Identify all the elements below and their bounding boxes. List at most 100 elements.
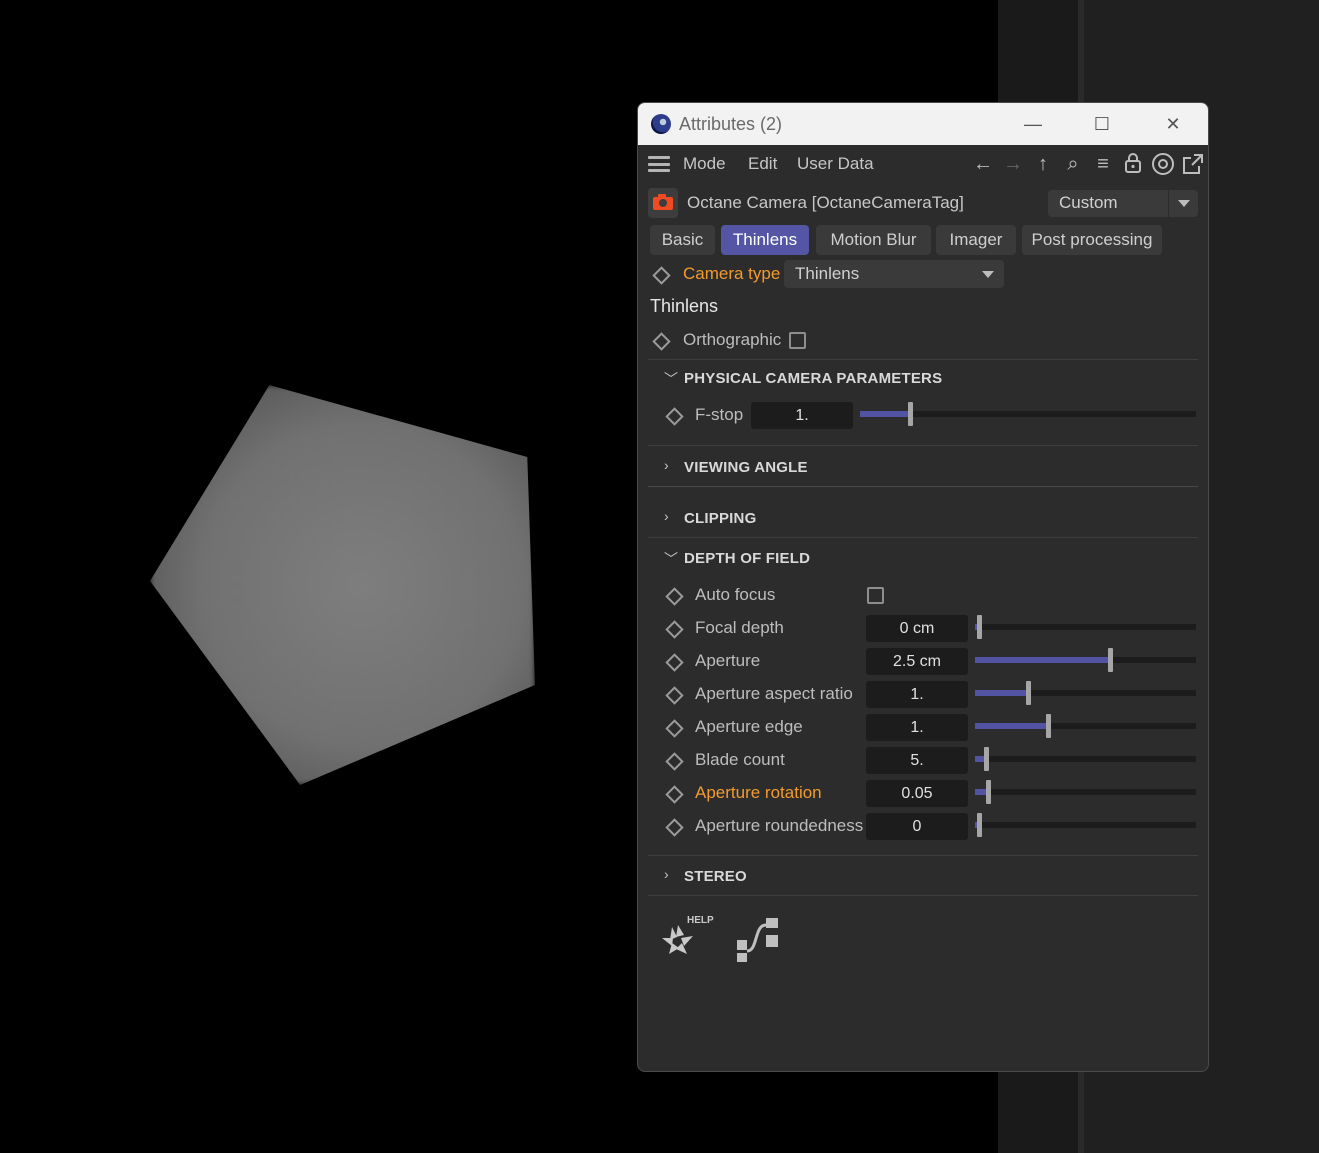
window-titlebar[interactable]: Attributes (2) — ☐ ✕ bbox=[638, 103, 1208, 145]
slider-fill bbox=[860, 411, 910, 417]
keyframe-diamond-icon[interactable] bbox=[652, 332, 671, 351]
blade-count-slider[interactable] bbox=[975, 747, 1196, 771]
aperture-rotation-slider[interactable] bbox=[975, 780, 1196, 804]
aperture-edge-label: Aperture edge bbox=[695, 717, 803, 736]
section-header-label: PHYSICAL CAMERA PARAMETERS bbox=[684, 370, 943, 387]
clipping-section-header[interactable]: › CLIPPING bbox=[638, 506, 1208, 536]
divider bbox=[648, 486, 1198, 487]
preset-value: Custom bbox=[1059, 193, 1118, 212]
forward-arrow-icon[interactable]: → bbox=[1001, 152, 1025, 176]
blade-count-label: Blade count bbox=[695, 750, 785, 769]
stereo-section-header[interactable]: › STEREO bbox=[638, 864, 1208, 894]
octane-help-icon[interactable]: HELP bbox=[656, 911, 718, 967]
new-window-icon[interactable] bbox=[1181, 152, 1205, 176]
aperture-edge-field[interactable]: 1. bbox=[866, 714, 968, 741]
camera-type-dropdown[interactable]: Thinlens bbox=[784, 260, 1004, 288]
keyframe-diamond-icon[interactable] bbox=[665, 719, 684, 738]
tab-basic[interactable]: Basic bbox=[650, 225, 715, 255]
focal-depth-field[interactable]: 0 cm bbox=[866, 615, 968, 642]
slider-handle[interactable] bbox=[977, 615, 982, 639]
aperture-value: 2.5 cm bbox=[892, 653, 941, 670]
search-icon[interactable]: ⌕ bbox=[1061, 152, 1085, 176]
slider-fill bbox=[975, 690, 1028, 696]
keyframe-diamond-icon[interactable] bbox=[665, 818, 684, 837]
keyframe-diamond-icon[interactable] bbox=[665, 752, 684, 771]
tab-motion-blur[interactable]: Motion Blur bbox=[816, 225, 931, 255]
focal-depth-slider[interactable] bbox=[975, 615, 1196, 639]
chevron-right-icon: › bbox=[664, 508, 669, 524]
physical-camera-section-header[interactable]: ﹀ PHYSICAL CAMERA PARAMETERS bbox=[638, 366, 1208, 396]
bottom-icon-bar: HELP bbox=[656, 911, 796, 981]
aperture-roundedness-slider[interactable] bbox=[975, 813, 1196, 837]
slider-handle[interactable] bbox=[908, 402, 913, 426]
auto-focus-checkbox[interactable] bbox=[867, 587, 884, 604]
section-header-label: CLIPPING bbox=[684, 510, 757, 527]
blade-count-field[interactable]: 5. bbox=[866, 747, 968, 774]
fstop-value: 1. bbox=[795, 407, 809, 424]
slider-handle[interactable] bbox=[986, 780, 991, 804]
slider-handle[interactable] bbox=[1108, 648, 1113, 672]
depth-of-field-section-header[interactable]: ﹀ DEPTH OF FIELD bbox=[638, 546, 1208, 576]
chevron-right-icon: › bbox=[664, 457, 669, 473]
viewing-angle-section-header[interactable]: › VIEWING ANGLE bbox=[638, 455, 1208, 485]
aperture-roundedness-field[interactable]: 0 bbox=[866, 813, 968, 840]
aperture-aspect-ratio-field[interactable]: 1. bbox=[866, 681, 968, 708]
node-editor-icon[interactable] bbox=[734, 915, 784, 965]
slider-fill bbox=[975, 723, 1048, 729]
tab-thinlens[interactable]: Thinlens bbox=[721, 225, 809, 255]
aperture-aspect-ratio-slider[interactable] bbox=[975, 681, 1196, 705]
slider-handle[interactable] bbox=[977, 813, 982, 837]
aperture-edge-value: 1. bbox=[910, 719, 924, 736]
section-title: Thinlens bbox=[650, 296, 719, 316]
focal-depth-label: Focal depth bbox=[695, 618, 784, 637]
section-header-label: VIEWING ANGLE bbox=[684, 459, 808, 476]
keyframe-diamond-icon[interactable] bbox=[665, 407, 684, 426]
menu-user-data[interactable]: User Data bbox=[797, 154, 874, 174]
aperture-aspect-ratio-label: Aperture aspect ratio bbox=[695, 684, 853, 703]
divider bbox=[648, 445, 1198, 446]
keyframe-diamond-icon[interactable] bbox=[665, 620, 684, 639]
keyframe-diamond-icon[interactable] bbox=[665, 587, 684, 606]
maximize-button[interactable]: ☐ bbox=[1082, 111, 1122, 137]
aperture-roundedness-label: Aperture roundedness bbox=[695, 816, 864, 835]
aperture-edge-slider[interactable] bbox=[975, 714, 1196, 738]
fstop-field[interactable]: 1. bbox=[751, 402, 853, 429]
aperture-field[interactable]: 2.5 cm bbox=[866, 648, 968, 675]
filter-icon[interactable]: ≡ bbox=[1091, 152, 1115, 176]
close-button[interactable]: ✕ bbox=[1153, 111, 1193, 137]
keyframe-diamond-icon[interactable] bbox=[665, 653, 684, 672]
menu-edit[interactable]: Edit bbox=[748, 154, 777, 174]
aperture-rotation-field[interactable]: 0.05 bbox=[866, 780, 968, 807]
section-header-label: DEPTH OF FIELD bbox=[684, 550, 811, 567]
slider-handle[interactable] bbox=[984, 747, 989, 771]
chevron-down-icon: ﹀ bbox=[664, 371, 678, 387]
orthographic-checkbox[interactable] bbox=[789, 332, 806, 349]
cinema4d-logo-icon bbox=[651, 114, 671, 134]
divider bbox=[648, 855, 1198, 856]
slider-handle[interactable] bbox=[1026, 681, 1031, 705]
target-icon[interactable] bbox=[1151, 152, 1175, 176]
aperture-rotation-value: 0.05 bbox=[901, 785, 933, 802]
up-arrow-icon[interactable]: ↑ bbox=[1031, 152, 1055, 176]
back-arrow-icon[interactable]: ← bbox=[971, 152, 995, 176]
tab-imager[interactable]: Imager bbox=[936, 225, 1016, 255]
hamburger-menu-icon[interactable] bbox=[648, 156, 670, 172]
octane-camera-icon bbox=[648, 188, 678, 218]
menu-mode[interactable]: Mode bbox=[683, 154, 726, 174]
window-title: Attributes (2) bbox=[679, 114, 783, 134]
object-row: Octane Camera [OctaneCameraTag] Custom bbox=[648, 187, 1198, 219]
divider bbox=[648, 537, 1198, 538]
slider-handle[interactable] bbox=[1046, 714, 1051, 738]
keyframe-diamond-icon[interactable] bbox=[652, 266, 671, 285]
keyframe-diamond-icon[interactable] bbox=[665, 686, 684, 705]
pentagon-bokeh-render bbox=[150, 385, 535, 785]
lock-icon[interactable] bbox=[1121, 152, 1145, 176]
preset-dropdown[interactable]: Custom bbox=[1048, 190, 1198, 217]
keyframe-diamond-icon[interactable] bbox=[665, 785, 684, 804]
aperture-roundedness-value: 0 bbox=[912, 818, 922, 835]
tab-post-processing[interactable]: Post processing bbox=[1022, 225, 1162, 255]
aperture-slider[interactable] bbox=[975, 648, 1196, 672]
fstop-slider[interactable] bbox=[860, 402, 1196, 426]
help-badge: HELP bbox=[687, 915, 714, 926]
minimize-button[interactable]: — bbox=[1013, 111, 1053, 137]
